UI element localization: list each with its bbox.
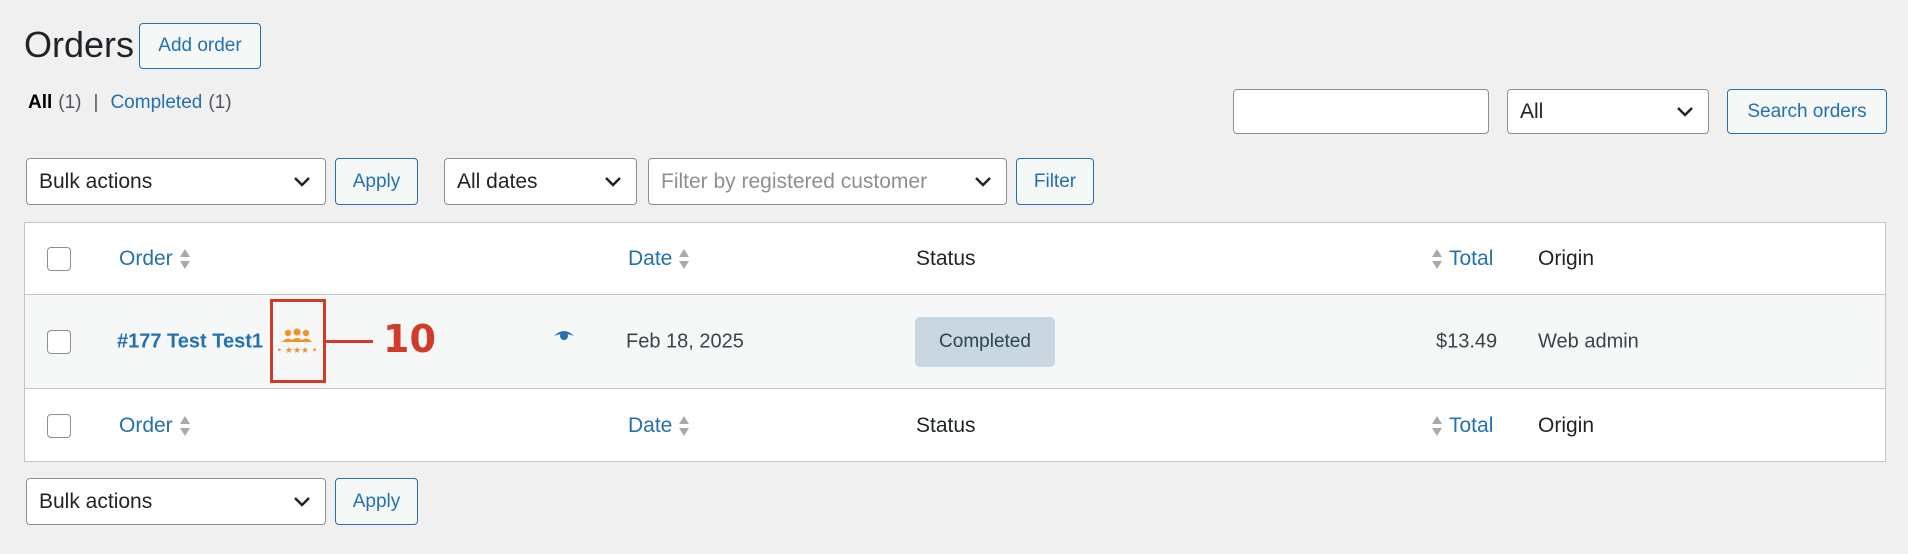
column-origin-footer: Origin — [1538, 413, 1595, 437]
view-completed-link[interactable]: Completed — [110, 92, 202, 114]
column-origin: Origin — [1538, 246, 1595, 270]
view-all-count: (1) — [58, 92, 82, 113]
sort-arrows-icon — [1432, 415, 1442, 436]
status-badge: Completed — [915, 316, 1055, 367]
chevron-down-icon — [294, 176, 310, 187]
column-order[interactable]: Order — [119, 247, 191, 271]
chevron-down-icon — [1677, 106, 1693, 117]
chevron-down-icon — [605, 176, 621, 187]
table-header-row: Order Date Status Total Origin — [25, 223, 1885, 295]
annotation-number: 10 — [383, 317, 436, 361]
column-order-label: Order — [119, 246, 173, 270]
sort-arrows-icon — [679, 415, 690, 436]
add-order-button[interactable]: Add order — [139, 23, 261, 69]
customer-filter-select[interactable]: Filter by registered customer — [648, 158, 1007, 205]
sort-arrows-icon — [679, 248, 690, 269]
order-total: $13.49 — [1436, 330, 1498, 352]
search-status-value: All — [1520, 99, 1544, 123]
select-all-checkbox-footer[interactable] — [47, 413, 71, 438]
table-footer-row: Order Date Status Total Origin — [25, 389, 1885, 462]
dates-select[interactable]: All dates — [444, 158, 637, 205]
column-date[interactable]: Date — [628, 247, 690, 271]
search-status-select[interactable]: All — [1507, 89, 1709, 134]
bulk-actions-select-bottom[interactable]: Bulk actions — [26, 478, 326, 525]
annotation-box — [270, 299, 326, 383]
column-total[interactable]: Total — [1431, 247, 1493, 271]
column-date-footer[interactable]: Date — [628, 414, 690, 438]
column-status: Status — [916, 246, 976, 270]
dates-value: All dates — [457, 169, 538, 193]
status-views: All (1) | Completed (1) — [28, 92, 232, 114]
row-checkbox[interactable] — [47, 329, 71, 354]
column-order-footer[interactable]: Order — [119, 414, 191, 438]
column-total-label: Total — [1449, 246, 1494, 270]
bulk-actions-select-top[interactable]: Bulk actions — [26, 158, 326, 205]
apply-button-bottom[interactable]: Apply — [335, 478, 418, 525]
column-date-label: Date — [628, 413, 673, 437]
view-separator: | — [93, 92, 99, 113]
select-all-checkbox[interactable] — [47, 246, 71, 271]
customer-filter-placeholder: Filter by registered customer — [661, 169, 928, 193]
search-orders-input[interactable] — [1233, 89, 1489, 134]
table-row: #177 Test Test1 • ★★★ • 10 Feb 18, 2025 … — [25, 295, 1885, 389]
column-order-label: Order — [119, 413, 173, 437]
order-origin: Web admin — [1538, 330, 1639, 352]
apply-button-top[interactable]: Apply — [335, 158, 418, 205]
column-total-footer[interactable]: Total — [1431, 414, 1493, 438]
sort-arrows-icon — [1432, 248, 1442, 269]
orders-table: Order Date Status Total Origin #177 Test… — [24, 222, 1886, 462]
view-all-label[interactable]: All — [28, 92, 52, 114]
eye-icon[interactable] — [553, 329, 575, 343]
chevron-down-icon — [294, 496, 310, 507]
order-link[interactable]: #177 Test Test1 — [117, 330, 263, 353]
bulk-actions-value: Bulk actions — [39, 169, 153, 193]
filter-button[interactable]: Filter — [1016, 158, 1094, 205]
sort-arrows-icon — [179, 248, 190, 269]
column-status-footer: Status — [916, 413, 976, 437]
sort-arrows-icon — [179, 415, 190, 436]
chevron-down-icon — [975, 176, 991, 187]
view-completed-count: (1) — [208, 92, 232, 113]
annotation-line — [326, 340, 373, 343]
page-title: Orders — [24, 24, 135, 65]
column-date-label: Date — [628, 246, 673, 270]
bulk-actions-value: Bulk actions — [39, 489, 153, 513]
order-date: Feb 18, 2025 — [626, 330, 744, 352]
column-total-label: Total — [1449, 413, 1494, 437]
search-orders-button[interactable]: Search orders — [1727, 89, 1887, 134]
